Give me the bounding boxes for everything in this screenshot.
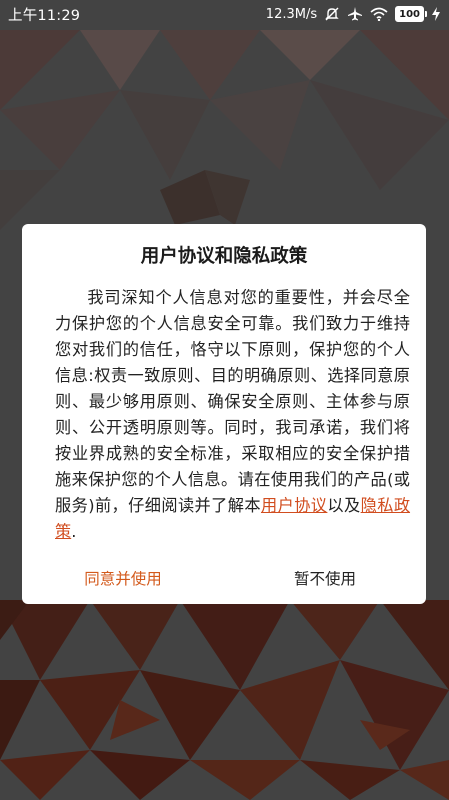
user-agreement-link[interactable]: 用户协议: [261, 496, 327, 515]
dialog-body: 我司深知个人信息对您的重要性，并会尽全力保护您的个人信息安全可靠。我们致力于维持…: [55, 285, 410, 545]
status-bar: 上午11:29 12.3M/s 100: [0, 0, 449, 28]
battery-icon: 100: [395, 6, 427, 22]
dialog-title: 用户协议和隐私政策: [140, 246, 308, 267]
wifi-icon: [370, 7, 388, 21]
dialog-body-text: 我司深知个人信息对您的重要性，并会尽全力保护您的个人信息安全可靠。我们致力于维持…: [55, 288, 410, 515]
airplane-icon: [347, 6, 363, 22]
agree-button[interactable]: 同意并使用: [22, 552, 224, 604]
dialog-body-ending: .: [71, 522, 77, 541]
link-connector: 以及: [327, 496, 361, 515]
status-time: 上午11:29: [8, 7, 81, 24]
disagree-button[interactable]: 暂不使用: [224, 552, 426, 604]
charging-icon: [431, 6, 441, 22]
status-icons: 12.3M/s 100: [266, 6, 441, 22]
dialog-button-row: 同意并使用 暂不使用: [22, 552, 426, 604]
network-speed: 12.3M/s: [265, 6, 318, 22]
mute-icon: [324, 6, 340, 22]
privacy-dialog: 用户协议和隐私政策 我司深知个人信息对您的重要性，并会尽全力保护您的个人信息安全…: [22, 224, 426, 604]
